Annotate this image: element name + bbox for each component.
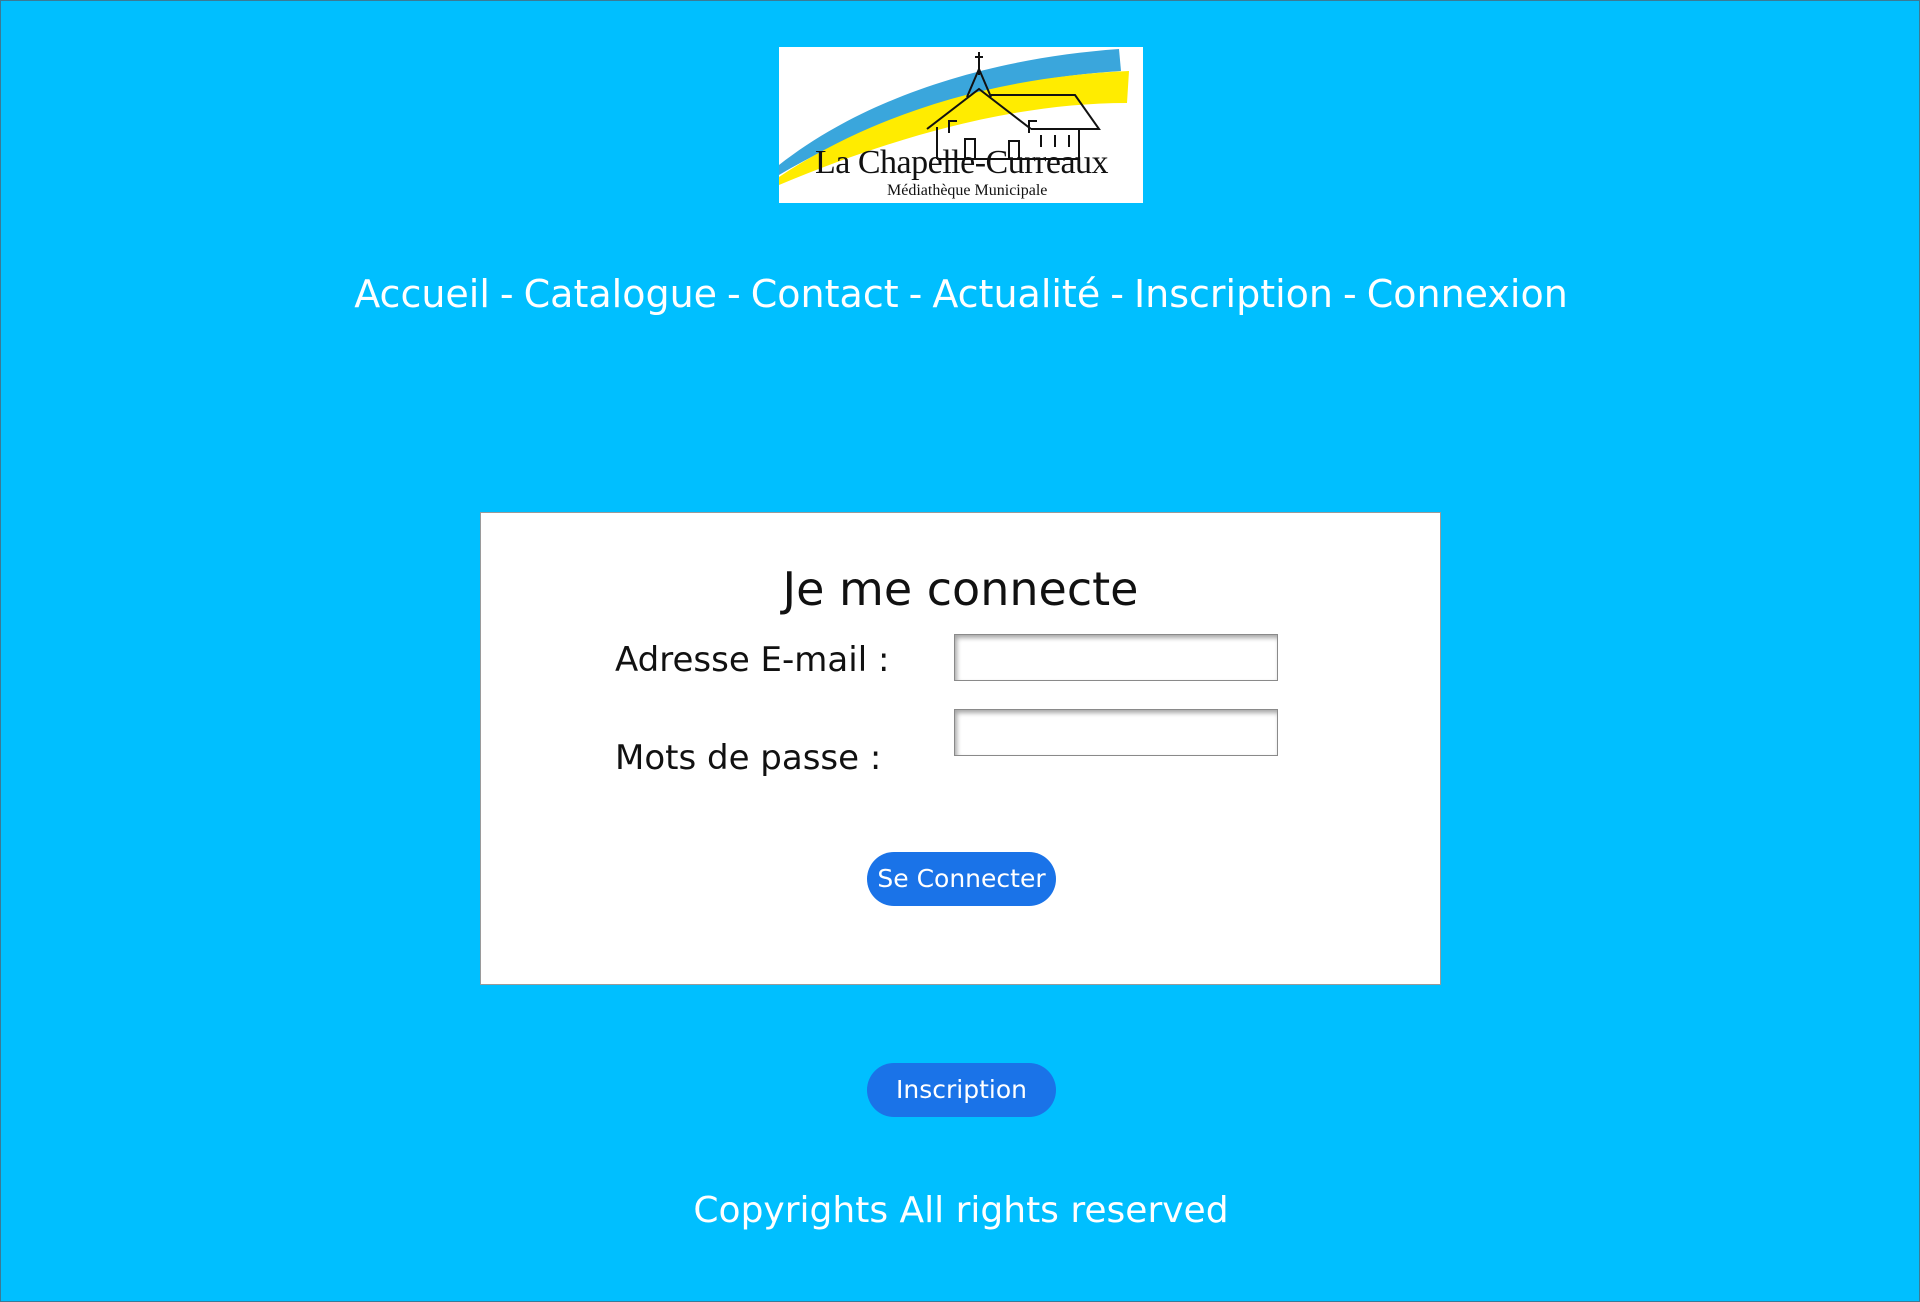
nav-link-accueil[interactable]: Accueil bbox=[354, 272, 490, 316]
site-logo: La Chapelle-Curreaux Médiathèque Municip… bbox=[779, 47, 1143, 203]
nav-separator: - bbox=[499, 272, 514, 316]
nav-link-contact[interactable]: Contact bbox=[751, 272, 899, 316]
nav-link-inscription[interactable]: Inscription bbox=[1134, 272, 1333, 316]
nav-link-actualite[interactable]: Actualité bbox=[932, 272, 1100, 316]
password-field[interactable] bbox=[954, 709, 1278, 756]
nav-link-catalogue[interactable]: Catalogue bbox=[524, 272, 717, 316]
password-label: Mots de passe : bbox=[615, 738, 882, 778]
nav-link-connexion[interactable]: Connexion bbox=[1367, 272, 1568, 316]
footer-copyright: Copyrights All rights reserved bbox=[693, 1190, 1229, 1231]
nav-separator: - bbox=[1343, 272, 1357, 316]
logo-subtitle: Médiathèque Municipale bbox=[887, 182, 1048, 199]
login-title: Je me connecte bbox=[782, 562, 1139, 616]
nav-separator: - bbox=[908, 272, 923, 316]
nav-separator: - bbox=[1110, 272, 1124, 316]
email-label: Adresse E-mail : bbox=[615, 640, 890, 680]
email-field[interactable] bbox=[954, 634, 1278, 681]
login-card: Je me connecte Adresse E-mail : Mots de … bbox=[480, 512, 1441, 985]
nav-separator: - bbox=[727, 272, 741, 316]
main-nav: Accueil - Catalogue - Contact - Actualité - Insc… bbox=[1, 267, 1920, 321]
login-button[interactable]: Se Connecter bbox=[867, 852, 1056, 906]
register-button[interactable]: Inscription bbox=[867, 1063, 1056, 1117]
logo-title: La Chapelle-Curreaux bbox=[815, 144, 1109, 181]
